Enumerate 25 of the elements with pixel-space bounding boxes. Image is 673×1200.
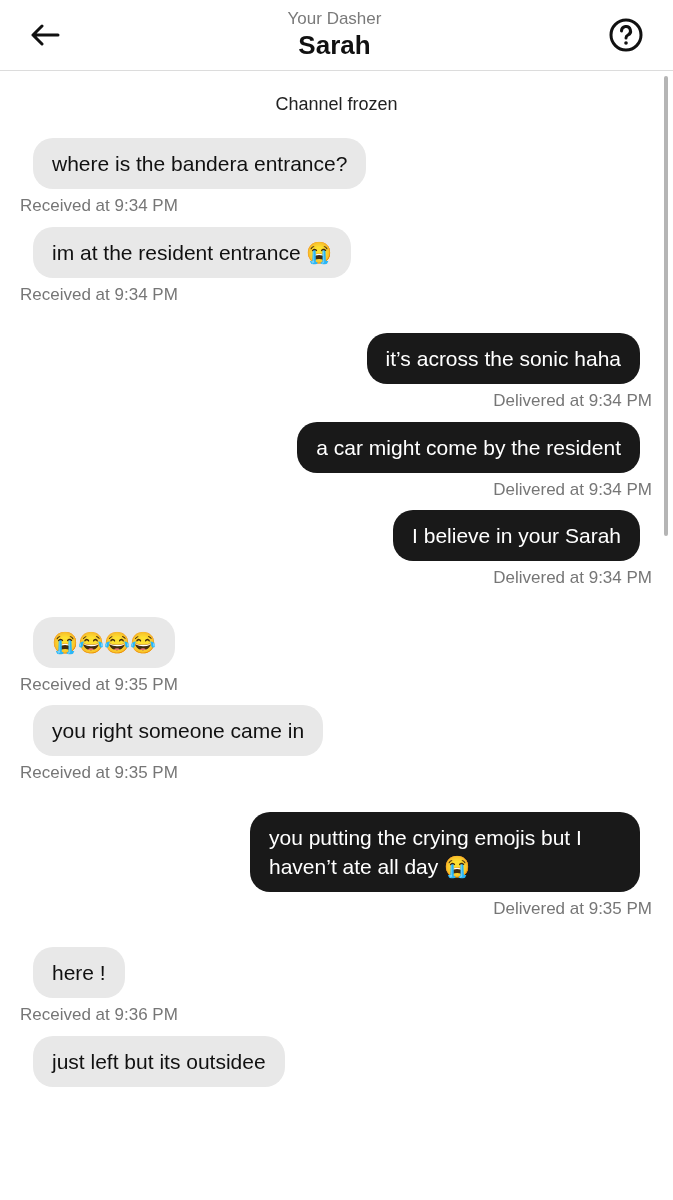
message-bubble: it’s across the sonic haha: [366, 333, 640, 384]
message-bubble: im at the resident entrance 😭: [33, 226, 352, 278]
message-status: Received at 9:35 PM: [20, 673, 178, 696]
message-status: Delivered at 9:34 PM: [493, 478, 652, 501]
message-status: Delivered at 9:34 PM: [493, 390, 652, 412]
message-status: Received at 9:34 PM: [20, 195, 178, 217]
message-bubble: 😭😂😂😂: [33, 616, 175, 668]
message-bubble: you right someone came in: [33, 705, 324, 756]
channel-status-text: Channel frozen: [275, 93, 398, 116]
message-bubble: I believe in your Sarah: [393, 510, 640, 561]
message-status: Received at 9:34 PM: [20, 283, 178, 306]
help-icon[interactable]: [609, 18, 643, 52]
header-subtitle: Your Dasher: [287, 8, 382, 30]
scrollbar[interactable]: [664, 76, 668, 536]
message-status: Received at 9:36 PM: [20, 1004, 178, 1026]
message-bubble: here !: [33, 947, 125, 998]
message-status: Delivered at 9:34 PM: [493, 567, 652, 589]
message-status: Delivered at 9:35 PM: [493, 897, 652, 920]
message-bubble: just left but its outsidee: [33, 1035, 285, 1087]
message-status: Received at 9:35 PM: [20, 762, 178, 784]
header-title: Sarah: [298, 29, 371, 62]
message-bubble: you putting the crying emojis but I haven’t ate all day 😭: [250, 811, 640, 892]
back-arrow-icon[interactable]: [30, 24, 60, 46]
message-bubble: a car might come by the resident: [297, 421, 640, 473]
message-bubble: where is the bandera entrance?: [33, 138, 367, 189]
